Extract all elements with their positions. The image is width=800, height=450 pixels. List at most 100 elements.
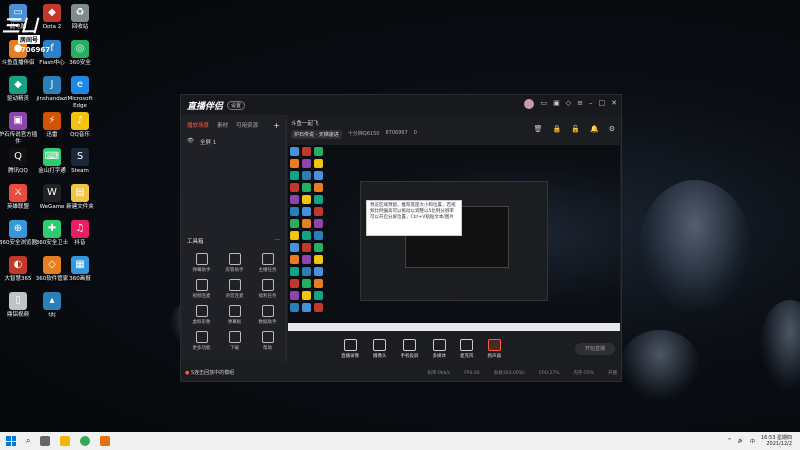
desktop-icon[interactable]: ♫ 抖音	[60, 220, 100, 247]
lock-icon[interactable]: 🔒	[553, 125, 562, 133]
avatar[interactable]	[524, 99, 535, 109]
stream-control-button[interactable]: 摄像头	[373, 339, 387, 359]
tool-label: 语音连麦	[225, 294, 244, 299]
preview-desktop-icon	[290, 219, 299, 228]
eye-icon[interactable]: 👁	[187, 138, 194, 146]
stream-control-button[interactable]: 扬声器	[487, 339, 501, 359]
desktop-icon-image: ◎	[71, 40, 89, 58]
desktop-icon-image: J	[43, 76, 61, 94]
more-icon[interactable]: ⋯	[275, 237, 281, 245]
status-item: CPU:27%	[538, 370, 560, 376]
delete-icon[interactable]: 🗑	[534, 125, 543, 133]
stream-preview[interactable]	[288, 145, 620, 331]
preview-desktop-icon	[314, 255, 323, 264]
tray-expand-icon[interactable]: ^	[728, 438, 732, 444]
desktop-icon[interactable]: ▤ 新建文件夹	[60, 184, 100, 211]
tool-item[interactable]: 视频连麦	[185, 279, 218, 299]
room-number: 8706967	[16, 46, 51, 54]
control-icon	[373, 339, 387, 351]
desktop-icon-label: tjtj	[48, 312, 56, 318]
streaming-app-window: 直播伴侣 设置 ▭ ▣ ◇ ≡ – □ ✕ 播放场景 素材 可用资源 + 👁 全…	[180, 94, 622, 382]
tool-label: 虚拟形象	[192, 320, 211, 325]
stream-control-button[interactable]: 麦克风	[460, 339, 474, 359]
desktop-icon-image: ⊕	[9, 220, 27, 238]
close-icon[interactable]: ✕	[611, 99, 617, 109]
desktop-icon[interactable]: ▦ 360画报	[60, 256, 100, 283]
bell-icon[interactable]: 🔔	[590, 125, 599, 133]
desktop-icon[interactable]: ♪ QQ音乐	[60, 112, 100, 139]
settings-badge[interactable]: 设置	[227, 100, 246, 110]
desktop-icon[interactable]: e Microsoft Edge	[60, 76, 100, 109]
preview-desktop-icon	[314, 279, 323, 288]
preview-desktop-icon	[314, 195, 323, 204]
desktop-icon[interactable]: S Steam	[60, 148, 100, 175]
room-category[interactable]: 炉石传说 · 天梯速进	[291, 130, 342, 139]
message-icon[interactable]: ▭	[540, 99, 547, 109]
status-item: 内存:55%	[573, 371, 594, 376]
status-item: 丢帧:0(0.00%)	[493, 371, 525, 376]
tool-item[interactable]: 弹幕助手	[185, 253, 218, 273]
preview-desktop-icon	[314, 231, 323, 240]
tool-label: 弹幕助手	[192, 268, 211, 273]
tab-resources[interactable]: 可用资源	[236, 121, 258, 130]
desktop-icon-image: ◆	[9, 76, 27, 94]
minimize-icon[interactable]: –	[589, 99, 593, 109]
tool-icon	[261, 331, 274, 343]
scene-item[interactable]: 👁 全屏 1	[187, 138, 280, 146]
add-scene-button[interactable]: +	[273, 121, 280, 130]
control-icon	[487, 339, 501, 351]
stream-app-taskbar-icon[interactable]	[100, 436, 111, 446]
preview-desktop-icon	[314, 207, 323, 216]
desktop-icon[interactable]: ▴ tjtj	[32, 292, 72, 319]
stream-control-button[interactable]: 手机投屏	[401, 339, 419, 359]
windows-start-icon[interactable]	[6, 436, 16, 446]
scene-panel: 播放场景 素材 可用资源 + 👁 全屏 1 工具箱 ⋯ 弹幕助手 房管助手 主播任务…	[181, 115, 287, 361]
desktop-icon-image: ◇	[43, 256, 61, 274]
gift-icon[interactable]: ▣	[553, 99, 560, 109]
control-label: 手机投屏	[400, 354, 419, 359]
tab-scenes[interactable]: 播放场景	[187, 121, 209, 130]
start-stream-button[interactable]: 开始直播	[575, 343, 615, 355]
preview-desktop-icon	[314, 183, 323, 192]
tool-item[interactable]: 房管助手	[218, 253, 251, 273]
tool-item[interactable]: 福利任务	[251, 279, 284, 299]
volume-icon[interactable]: 🔊	[738, 438, 744, 444]
preview-desktop-icon	[290, 267, 299, 276]
control-label: 直播录像	[341, 354, 359, 359]
desktop: ▭ 此电脑 ◆ Dota 2 ♻ 回收站 ● 斗鱼直播伴侣 f Flash中心 ◎ 360安全 ◆ 驱动精…	[0, 0, 800, 432]
preview-desktop-icon	[290, 291, 299, 300]
share-icon[interactable]: ⚙	[609, 125, 615, 133]
desktop-icon[interactable]: ◎ 360安全	[60, 40, 100, 67]
tool-icon	[228, 279, 241, 291]
room-title[interactable]: 斗鱼一起飞	[291, 119, 319, 127]
stream-control-button[interactable]: 多媒体	[433, 339, 446, 359]
tool-item[interactable]: 帮助	[251, 331, 284, 351]
preview-tooltip: 预览区域预留，推荐底座大小和位置，若视频比例偏高可以拖动以调整以5比例分辨率可以…	[366, 200, 462, 236]
menu-icon[interactable]: ≡	[577, 99, 583, 109]
desktop-icon-image: ▦	[71, 256, 89, 274]
tool-icon	[261, 279, 274, 291]
browser-icon[interactable]	[80, 436, 91, 446]
desktop-icon-label: 360安全	[69, 60, 91, 66]
desktop-icon-image: W	[43, 184, 61, 202]
preview-desktop-icon	[314, 303, 323, 312]
task-view-icon[interactable]	[40, 436, 51, 446]
maximize-icon[interactable]: □	[599, 99, 606, 109]
stream-control-button[interactable]: 直播录像	[341, 339, 359, 359]
clock[interactable]: 16:53 星期四 2021/12/2	[761, 435, 792, 447]
tool-item[interactable]: 主播任务	[251, 253, 284, 273]
search-icon[interactable]: ⌕	[26, 436, 30, 446]
desktop-icon-image: ▴	[43, 292, 61, 310]
tool-item[interactable]: 弹幕板	[218, 305, 251, 325]
tool-item[interactable]: 下载	[218, 331, 251, 351]
tab-assets[interactable]: 素材	[217, 121, 228, 130]
shirt-icon[interactable]: ◇	[566, 99, 571, 109]
desktop-icon[interactable]: ♻ 回收站	[60, 4, 100, 31]
unlock-icon[interactable]: 🔓	[571, 125, 580, 133]
tool-item[interactable]: 虚拟形象	[185, 305, 218, 325]
tool-item[interactable]: 语音连麦	[218, 279, 251, 299]
tool-item[interactable]: 数据助手	[251, 305, 284, 325]
explorer-icon[interactable]	[60, 436, 71, 446]
tool-item[interactable]: 更多功能	[185, 331, 218, 351]
ime-icon[interactable]: 中	[750, 438, 755, 445]
